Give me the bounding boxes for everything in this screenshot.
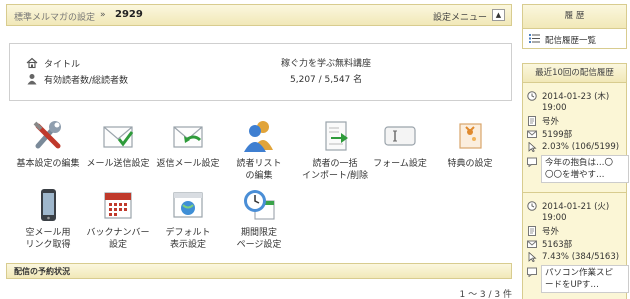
entry-issue: 号外 (542, 117, 560, 127)
entry-rate-row: 7.43% (384/5163) (527, 251, 619, 263)
entry-issue-row: 号外 (527, 225, 559, 237)
entry-subject[interactable]: パソコン作業スピ ードをUPす… (541, 265, 629, 293)
entry-count: 5163部 (542, 240, 573, 250)
pager-count: 1 ～ 3 / 3 件 (459, 290, 512, 299)
person-icon (27, 74, 37, 85)
users-icon (244, 121, 273, 152)
tile-label: 読者リスト の編集 (236, 159, 282, 181)
history-link-label: 配信履歴一覧 (545, 36, 597, 46)
tile-form-settings[interactable]: フォーム設定 (364, 118, 436, 170)
gift-icon (459, 123, 482, 149)
history-header: 履 歴 (522, 4, 627, 29)
history-entry[interactable]: 2014-01-23 (木) 19:00 号外 5199部 2.03% (106… (522, 83, 629, 192)
message-icon (527, 157, 537, 167)
calendar-icon (104, 192, 132, 219)
clock-calendar-icon (244, 190, 275, 220)
form-icon (384, 126, 416, 146)
entry-subject-row: 今年の抱負は…〇 〇〇を増やす… (527, 155, 629, 183)
tile-label: バックナンバー 設定 (86, 228, 150, 250)
magazine-info-box: タイトル 稼ぐ力を学ぶ無料講座 有効読者数/総読者数 5,207 / 5,547… (9, 43, 512, 101)
readers-row: 有効読者数/総読者数 (26, 72, 128, 86)
title-row: タイトル (26, 56, 80, 70)
tile-reader-list-edit[interactable]: 読者リスト の編集 (223, 118, 295, 182)
tile-label: メール送信設定 (86, 159, 150, 169)
browser-icon (173, 192, 203, 218)
tile-label: 基本設定の編集 (16, 159, 80, 169)
tile-label: 特典の設定 (447, 159, 493, 169)
envelope-check-icon (103, 126, 134, 148)
tile-empty-mail-link[interactable]: 空メール用 リンク取得 (12, 187, 84, 251)
tile-label: 返信メール設定 (156, 159, 220, 169)
magazine-id: 2929 (115, 9, 143, 20)
schedule-title: 配信の予約状況 (14, 267, 70, 276)
breadcrumb[interactable]: 標準メルマガの設定 (14, 10, 95, 23)
import-icon (325, 121, 348, 151)
message-icon (527, 267, 537, 277)
entry-date-row: 2014-01-23 (木) (527, 90, 609, 102)
document-icon (528, 226, 536, 236)
entry-count-row: 5163部 (527, 238, 572, 250)
tile-default-display-settings[interactable]: デフォルト 表示設定 (152, 187, 224, 251)
tile-basic-settings[interactable]: 基本設定の編集 (12, 118, 84, 170)
entry-rate: 2.03% (106/5199) (542, 142, 620, 152)
tile-label: デフォルト 表示設定 (165, 228, 211, 250)
entry-subject[interactable]: 今年の抱負は…〇 〇〇を増やす… (541, 155, 629, 183)
title-label: タイトル (44, 59, 81, 70)
history-title: 履 歴 (564, 11, 585, 21)
tile-label: 期間限定 ページ設定 (236, 228, 282, 250)
tile-reply-mail-settings[interactable]: 返信メール設定 (152, 118, 224, 170)
breadcrumb-separator: » (100, 10, 106, 20)
readers-value: 5,207 / 5,547 名 (290, 75, 363, 85)
envelope-reply-icon (173, 126, 203, 148)
entry-date: 2014-01-21 (火) (542, 202, 610, 212)
clock-icon (527, 201, 537, 211)
document-icon (528, 116, 536, 126)
settings-menu-label[interactable]: 設定メニュー (433, 10, 487, 23)
entry-subject-row: パソコン作業スピ ードをUPす… (527, 265, 629, 293)
cursor-icon (528, 142, 537, 152)
readers-label: 有効読者数/総読者数 (44, 75, 129, 86)
mail-icon (527, 130, 537, 138)
title-value: 稼ぐ力を学ぶ無料講座 (281, 59, 372, 69)
entry-issue: 号外 (542, 227, 560, 237)
mail-icon (527, 240, 537, 248)
history-list-link[interactable]: 配信履歴一覧 (522, 29, 627, 49)
entry-date: 2014-01-23 (木) (542, 92, 610, 102)
entry-count-row: 5199部 (527, 128, 572, 140)
recent-history-title: 最近10回の配信履歴 (535, 68, 614, 78)
recent-history-header: 最近10回の配信履歴 (522, 63, 627, 83)
phone-icon (41, 189, 56, 221)
cursor-icon (528, 252, 537, 262)
tile-label: フォーム設定 (373, 159, 427, 169)
tools-icon (33, 121, 61, 149)
schedule-section-header: 配信の予約状況 (6, 263, 512, 279)
home-icon (26, 57, 38, 69)
clock-icon (527, 91, 537, 101)
history-entry[interactable]: 2014-01-21 (火) 19:00 号外 5163部 7.43% (384… (522, 193, 629, 299)
tile-limited-page-settings[interactable]: 期間限定 ページ設定 (223, 187, 295, 251)
entry-issue-row: 号外 (527, 115, 559, 127)
entry-time: 19:00 (542, 103, 567, 113)
entry-count: 5199部 (542, 130, 573, 140)
entry-time: 19:00 (542, 213, 567, 223)
entry-rate: 7.43% (384/5163) (542, 252, 620, 262)
entry-date-row: 2014-01-21 (火) (527, 200, 609, 212)
entry-rate-row: 2.03% (106/5199) (527, 141, 619, 153)
tile-bonus-settings[interactable]: 特典の設定 (434, 118, 506, 170)
tile-backnumber-settings[interactable]: バックナンバー 設定 (82, 187, 154, 251)
page-header: 標準メルマガの設定 » 2929 設定メニュー ▲ (6, 4, 512, 26)
menu-toggle-button[interactable]: ▲ (492, 9, 505, 21)
tile-label: 空メール用 リンク取得 (25, 228, 71, 250)
list-icon (529, 34, 540, 43)
tile-mail-send-settings[interactable]: メール送信設定 (82, 118, 154, 170)
